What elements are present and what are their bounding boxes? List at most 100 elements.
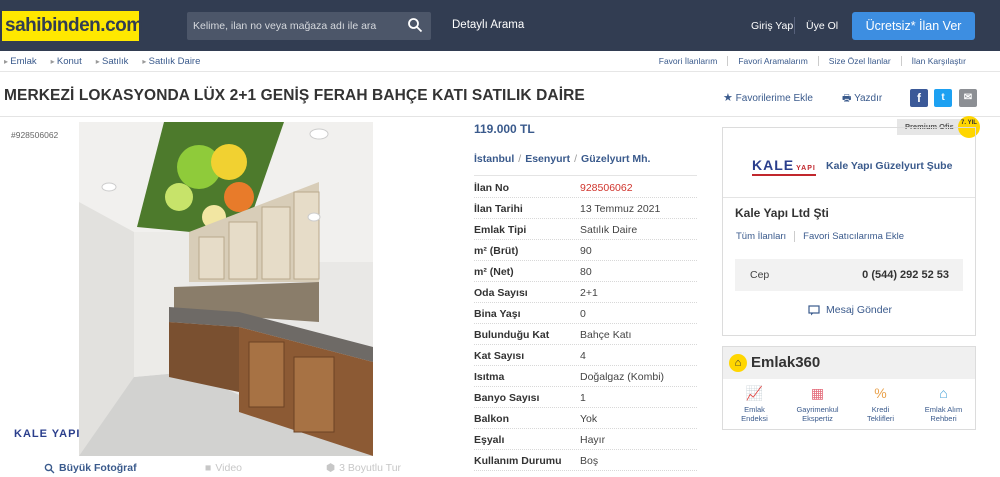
- emlak360-item-label: Endeksi: [741, 414, 768, 423]
- attribute-value: Hayır: [580, 434, 606, 446]
- attribute-label: İlan Tarihi: [474, 203, 523, 215]
- attribute-label: Oda Sayısı: [474, 287, 528, 299]
- attribute-row: Balkon Yok: [474, 408, 697, 429]
- breadcrumb-row: Emlak Konut Satılık Satılık Daire Favori…: [0, 51, 1000, 72]
- attribute-value: 2+1: [580, 287, 598, 299]
- attribute-row: Oda Sayısı 2+1: [474, 282, 697, 303]
- attribute-value: Boş: [580, 455, 599, 467]
- add-favorite-seller-link[interactable]: Favori Satıcılarıma Ekle: [803, 231, 912, 242]
- emlak360-item-label: Emlak Alım: [924, 405, 963, 414]
- attribute-value: 13 Temmuz 2021: [580, 203, 661, 215]
- emlak360-item-label: Gayrimenkul: [796, 405, 839, 414]
- emlak360-item-label: Rehberi: [930, 414, 957, 423]
- login-link[interactable]: Giriş Yap: [751, 20, 793, 32]
- attribute-value: Satılık Daire: [580, 224, 638, 236]
- large-photo-button[interactable]: Büyük Fotoğraf: [44, 462, 137, 474]
- divider: [474, 175, 697, 176]
- seller-logo-sub: YAPI: [796, 165, 816, 172]
- printer-icon: 🖶: [842, 93, 852, 104]
- large-photo-label: Büyük Fotoğraf: [59, 462, 137, 474]
- attributes-list: İlan No 928506062 İlan Tarihi 13 Temmuz 20…: [474, 177, 697, 471]
- print-button[interactable]: 🖶 Yazdır: [842, 91, 882, 108]
- phone-number[interactable]: 0 (544) 292 52 53: [862, 269, 949, 281]
- attribute-value: 1: [580, 392, 586, 404]
- favorite-listings-link[interactable]: Favori İlanlarım: [649, 56, 728, 66]
- location-city[interactable]: İstanbul: [474, 153, 514, 165]
- 3d-tour-button[interactable]: ⬢ 3 Boyutlu Tur: [326, 462, 401, 474]
- emlak360-item-credit[interactable]: % Kredi Teklifleri: [849, 382, 912, 424]
- location-district[interactable]: Esenyurt: [525, 153, 570, 165]
- seller-logo-text: KALE: [752, 157, 795, 173]
- advanced-search-link[interactable]: Detaylı Arama: [452, 19, 524, 31]
- chart-icon: 📈: [745, 384, 764, 401]
- attribute-label: Eşyalı: [474, 434, 505, 446]
- compare-listings-link[interactable]: İlan Karşılaştır: [900, 56, 976, 66]
- breadcrumb-item[interactable]: Satılık Daire: [142, 56, 201, 67]
- kitchen-photo-image: [79, 122, 373, 456]
- send-message-button[interactable]: Mesaj Gönder: [808, 304, 892, 316]
- seller-branch[interactable]: Kale Yapı Güzelyurt Şube: [826, 160, 952, 172]
- attribute-value: 928506062: [580, 182, 633, 194]
- emlak360-item-label: Ekspertiz: [802, 414, 833, 423]
- emlak360-item-label: Emlak: [744, 405, 765, 414]
- attribute-value: 90: [580, 245, 592, 257]
- video-label: Video: [215, 462, 243, 474]
- send-message-label: Mesaj Gönder: [826, 304, 892, 316]
- attribute-row: Kullanım Durumu Boş: [474, 450, 697, 471]
- listing-location: İstanbul / Esenyurt / Güzelyurt Mh.: [474, 153, 651, 165]
- seller-watermark: KALE YAPI: [14, 428, 81, 440]
- emlak360-item-label: Kredi: [871, 405, 890, 414]
- percent-icon: %: [874, 384, 887, 401]
- attribute-label: Kat Sayısı: [474, 350, 525, 362]
- facebook-share-icon[interactable]: f: [910, 89, 928, 107]
- all-listings-link[interactable]: Tüm İlanları: [736, 231, 796, 242]
- search-placeholder: Kelime, ilan no veya mağaza adı ile ara: [193, 20, 377, 32]
- attribute-row: İlan Tarihi 13 Temmuz 2021: [474, 198, 697, 219]
- seller-name: Kale Yapı Ltd Şti: [735, 206, 829, 220]
- site-logo[interactable]: sahibinden.com: [2, 11, 143, 41]
- 3d-tour-label: 3 Boyutlu Tur: [339, 462, 402, 474]
- user-links: Favori İlanlarım Favori Aramalarım Size …: [649, 56, 976, 66]
- house-info-icon: ⌂: [939, 384, 948, 401]
- attribute-value: Bahçe Katı: [580, 329, 632, 341]
- favorite-searches-link[interactable]: Favori Aramalarım: [727, 56, 817, 66]
- emlak360-header: ⌂ Emlak360: [723, 347, 975, 379]
- post-listing-button[interactable]: Ücretsiz* İlan Ver: [852, 12, 975, 40]
- attribute-row: İlan No 928506062: [474, 177, 697, 198]
- video-button[interactable]: ■ Video: [205, 462, 242, 474]
- breadcrumb-item[interactable]: Satılık: [96, 56, 128, 67]
- attribute-row: m² (Brüt) 90: [474, 240, 697, 261]
- emlak360-item-label: Teklifleri: [866, 414, 895, 423]
- attribute-row: Eşyalı Hayır: [474, 429, 697, 450]
- breadcrumb-item[interactable]: Emlak: [4, 56, 36, 67]
- location-neighborhood[interactable]: Güzelyurt Mh.: [581, 153, 650, 165]
- cube-icon: ⬢: [326, 462, 336, 474]
- attribute-value: Yok: [580, 413, 598, 425]
- print-label: Yazdır: [854, 93, 883, 104]
- listing-id: #928506062: [11, 130, 59, 140]
- attribute-label: Bulunduğu Kat: [474, 329, 550, 341]
- header-divider: [794, 17, 795, 34]
- email-share-icon[interactable]: ✉: [959, 89, 977, 107]
- attribute-label: Emlak Tipi: [474, 224, 527, 236]
- emlak360-item-index[interactable]: 📈 Emlak Endeksi: [723, 382, 786, 424]
- attribute-row: m² (Net) 80: [474, 261, 697, 282]
- seller-header[interactable]: KALE YAPI Kale Yapı Güzelyurt Şube: [723, 138, 975, 198]
- add-favorite-button[interactable]: ★ Favorilerime Ekle: [723, 91, 813, 104]
- search-icon[interactable]: [407, 17, 423, 33]
- listing-photo[interactable]: [79, 122, 373, 456]
- emlak360-box: ⌂ Emlak360 📈 Emlak Endeksi ▦ Gayrimenkul…: [722, 346, 976, 430]
- signup-link[interactable]: Üye Ol: [806, 20, 838, 32]
- attribute-label: m² (Brüt): [474, 245, 519, 257]
- special-listings-link[interactable]: Size Özel İlanlar: [817, 56, 901, 66]
- twitter-share-icon[interactable]: t: [934, 89, 952, 107]
- attribute-row: Isıtma Doğalgaz (Kombi): [474, 366, 697, 387]
- search-input[interactable]: Kelime, ilan no veya mağaza adı ile ara: [187, 12, 431, 40]
- breadcrumb-item[interactable]: Konut: [51, 56, 82, 67]
- emlak360-item-guide[interactable]: ⌂ Emlak Alım Rehberi: [912, 382, 975, 424]
- attribute-row: Kat Sayısı 4: [474, 345, 697, 366]
- emlak360-item-appraisal[interactable]: ▦ Gayrimenkul Ekspertiz: [786, 382, 849, 424]
- building-icon: ▦: [810, 384, 825, 401]
- attribute-value: 0: [580, 308, 586, 320]
- emlak360-title: Emlak360: [751, 354, 821, 371]
